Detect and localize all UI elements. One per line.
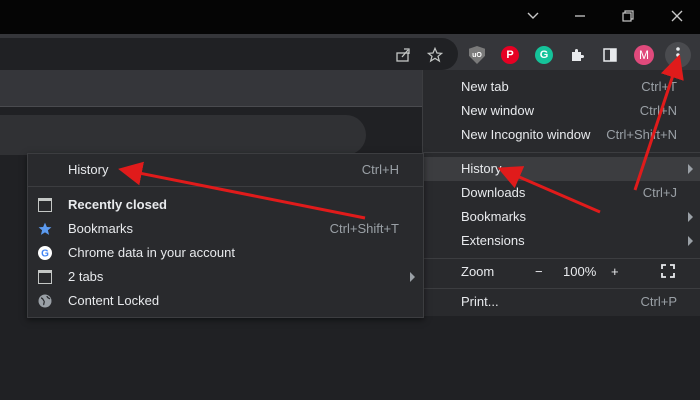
menu-item-history[interactable]: History [423, 157, 700, 181]
page-header-band [0, 74, 422, 106]
fullscreen-icon[interactable] [661, 264, 675, 281]
pinterest-label: P [506, 49, 514, 61]
menu-item-label: Bookmarks [461, 209, 527, 224]
submenu-item-shortcut: Ctrl+H [361, 162, 399, 177]
chevron-right-icon [688, 164, 693, 174]
tab-icon [38, 198, 52, 212]
menu-item-new-incognito-window[interactable]: New Incognito window Ctrl+Shift+N [423, 123, 700, 147]
menu-item-shortcut: Ctrl+N [639, 103, 677, 118]
menu-icon[interactable] [665, 42, 691, 68]
menu-item-bookmarks[interactable]: Bookmarks [423, 205, 700, 229]
submenu-item-label: Recently closed [68, 197, 167, 212]
submenu-item-label: Bookmarks [68, 221, 134, 236]
side-panel-icon[interactable] [597, 42, 623, 68]
ublock-label: uO [472, 51, 482, 59]
zoom-out-button[interactable]: − [535, 264, 543, 279]
title-bar [0, 0, 700, 34]
page-search-box[interactable] [0, 115, 366, 155]
submenu-item-chrome-data[interactable]: G Chrome data in your account [28, 241, 423, 265]
submenu-item-label: Chrome data in your account [68, 245, 235, 260]
menu-item-shortcut: Ctrl+T [641, 79, 677, 94]
submenu-item-shortcut: Ctrl+Shift+T [329, 221, 399, 236]
submenu-item-bookmarks[interactable]: Bookmarks Ctrl+Shift+T [28, 217, 423, 241]
restore-icon[interactable] [605, 0, 651, 32]
menu-item-label: New tab [461, 79, 509, 94]
zoom-in-button[interactable]: + [611, 264, 619, 279]
menu-item-downloads[interactable]: Downloads Ctrl+J [423, 181, 700, 205]
pinterest-icon[interactable]: P [497, 42, 523, 68]
submenu-item-tabs[interactable]: 2 tabs [28, 265, 423, 289]
submenu-item-label: Content Locked [68, 293, 160, 308]
chevron-down-icon[interactable] [510, 0, 556, 32]
zoom-level: 100% [563, 264, 597, 279]
menu-item-label: Extensions [461, 233, 525, 248]
share-icon[interactable] [390, 42, 416, 68]
chevron-right-icon [410, 272, 415, 282]
menu-item-shortcut: Ctrl+Shift+N [606, 127, 677, 142]
submenu-item-content-locked[interactable]: Content Locked [28, 289, 423, 313]
menu-item-new-tab[interactable]: New tab Ctrl+T [423, 75, 700, 99]
profile-avatar[interactable]: M [631, 42, 657, 68]
chrome-main-menu: New tab Ctrl+T New window Ctrl+N New Inc… [422, 70, 700, 316]
chevron-right-icon [688, 236, 693, 246]
menu-separator [423, 152, 700, 153]
star-icon[interactable] [422, 42, 448, 68]
menu-item-label: Downloads [461, 185, 526, 200]
tab-icon [38, 270, 52, 284]
close-icon[interactable] [654, 0, 700, 32]
menu-item-extensions[interactable]: Extensions [423, 229, 700, 253]
zoom-label: Zoom [461, 264, 495, 279]
menu-item-shortcut: Ctrl+P [640, 294, 677, 309]
grammarly-label: G [539, 49, 549, 61]
grammarly-icon[interactable]: G [531, 42, 557, 68]
history-submenu: History Ctrl+H Recently closed Bookmarks… [27, 153, 424, 318]
svg-text:G: G [41, 249, 49, 260]
menu-separator [28, 186, 423, 187]
ublock-icon[interactable]: uO [464, 42, 490, 68]
globe-icon [38, 294, 52, 308]
star-icon [38, 222, 52, 236]
menu-item-new-window[interactable]: New window Ctrl+N [423, 99, 700, 123]
menu-item-label: New window [461, 103, 534, 118]
chevron-right-icon [688, 212, 693, 222]
menu-item-shortcut: Ctrl+J [642, 185, 677, 200]
extensions-icon[interactable] [564, 42, 590, 68]
menu-item-label: Print... [461, 294, 499, 309]
menu-separator [423, 258, 700, 259]
submenu-item-label: History [68, 162, 109, 177]
profile-initial: M [639, 48, 649, 62]
submenu-item-history[interactable]: History Ctrl+H [28, 158, 423, 182]
submenu-item-label: 2 tabs [68, 269, 104, 284]
submenu-item-recently-closed: Recently closed [28, 193, 423, 217]
google-icon: G [38, 246, 52, 260]
menu-item-print[interactable]: Print... Ctrl+P [423, 290, 700, 314]
menu-item-label: History [461, 161, 502, 176]
menu-separator [423, 288, 700, 289]
divider [0, 106, 422, 107]
menu-item-zoom: Zoom − 100% + [423, 260, 700, 284]
menu-item-label: New Incognito window [461, 127, 591, 142]
minimize-icon[interactable] [557, 0, 603, 32]
